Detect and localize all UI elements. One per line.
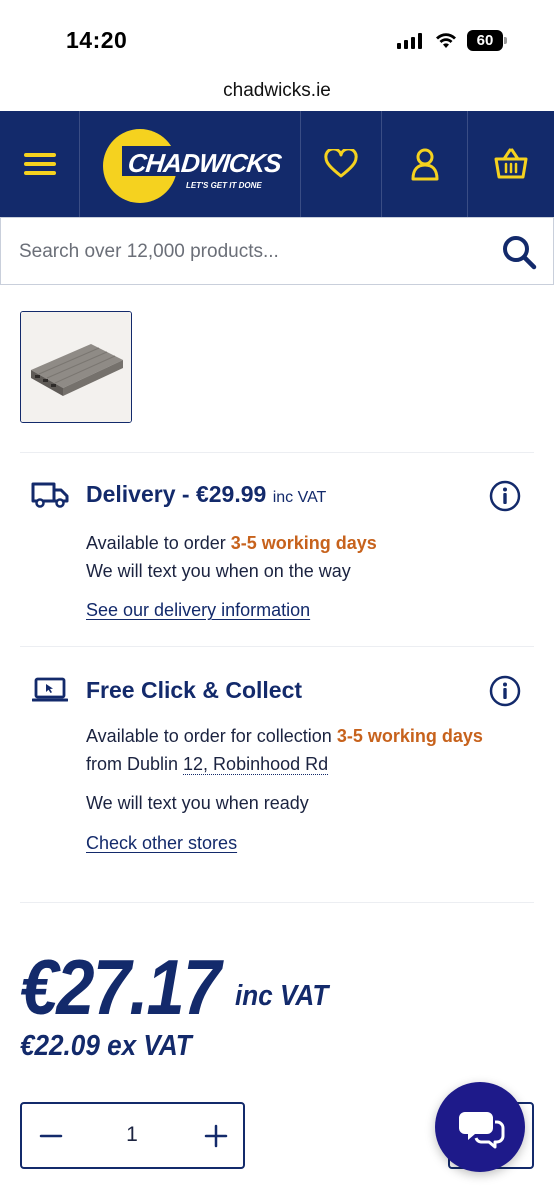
delivery-info-link[interactable]: See our delivery information	[86, 600, 310, 621]
delivery-price: Delivery - €29.99	[86, 481, 267, 507]
price-inc-vat-label: inc VAT	[235, 980, 329, 1012]
search-icon[interactable]	[501, 234, 537, 270]
minus-icon[interactable]	[37, 1122, 65, 1150]
chadwicks-logo[interactable]: CHADWICKS LET'S GET IT DONE	[100, 128, 282, 204]
collect-days: 3-5 working days	[336, 726, 483, 746]
logo-tagline: LET'S GET IT DONE	[186, 181, 262, 190]
delivery-title: Delivery - €29.99 inc VAT	[86, 481, 326, 508]
divider	[20, 452, 534, 453]
logo-wordmark: CHADWICKS	[126, 148, 283, 178]
cellular-signal-icon	[397, 33, 422, 49]
delivery-info-icon[interactable]	[489, 480, 521, 512]
check-other-stores-link[interactable]: Check other stores	[86, 833, 237, 854]
wishlist-button[interactable]	[301, 111, 381, 217]
heart-icon	[324, 149, 358, 178]
price-ex-vat-label: ex VAT	[107, 1030, 192, 1062]
status-time: 14:20	[66, 27, 128, 53]
menu-button[interactable]	[0, 111, 79, 217]
battery-icon: 60	[467, 30, 507, 51]
collect-store: from Dublin 12, Robinhood Rd	[86, 754, 329, 775]
product-thumbnail[interactable]	[20, 311, 132, 423]
battery-level: 60	[467, 30, 503, 51]
basket-icon	[494, 148, 528, 179]
chat-button[interactable]	[435, 1082, 525, 1172]
delivery-notice: We will text you when on the way	[86, 561, 351, 581]
delivery-availability: Available to order 3-5 working days	[86, 533, 377, 554]
wifi-icon	[436, 33, 456, 48]
plus-icon[interactable]	[202, 1122, 230, 1150]
price-ex-vat-value: €22.09	[20, 1030, 100, 1062]
laptop-icon	[32, 677, 68, 702]
divider	[20, 902, 534, 903]
delivery-availability-text: Available to order	[86, 533, 231, 553]
collect-availability: Available to order for collection 3-5 wo…	[86, 726, 483, 747]
site-header: CHADWICKS LET'S GET IT DONE	[0, 111, 554, 217]
chat-icon	[459, 1112, 505, 1149]
price-inc-vat: €27.17	[20, 943, 221, 1031]
delivery-days: 3-5 working days	[230, 533, 377, 553]
collect-availability-text: Available to order for collection	[86, 726, 337, 746]
menu-icon	[23, 153, 56, 175]
address-bar[interactable]: chadwicks.ie	[0, 80, 554, 110]
delivery-vat-label: inc VAT	[272, 489, 327, 506]
click-collect-info-icon[interactable]	[489, 675, 521, 707]
delivery-truck-icon	[31, 482, 69, 508]
basket-button[interactable]	[468, 111, 554, 217]
user-icon	[411, 148, 438, 181]
account-button[interactable]	[382, 111, 467, 217]
search-bar	[0, 217, 554, 285]
divider	[20, 646, 534, 647]
click-collect-title: Free Click & Collect	[86, 677, 303, 703]
quantity-value[interactable]: 1	[117, 1123, 147, 1147]
collect-notice: We will text you when ready	[86, 793, 309, 813]
price-ex-vat: €22.09 ex VAT	[20, 1030, 192, 1063]
status-bar: 14:20 60	[0, 0, 554, 80]
collect-store-prefix: from Dublin	[86, 754, 184, 774]
quantity-stepper: 1	[20, 1102, 245, 1169]
decking-board-image	[21, 312, 131, 422]
collect-store-name[interactable]: 12, Robinhood Rd	[183, 754, 329, 775]
search-input[interactable]	[19, 238, 479, 266]
